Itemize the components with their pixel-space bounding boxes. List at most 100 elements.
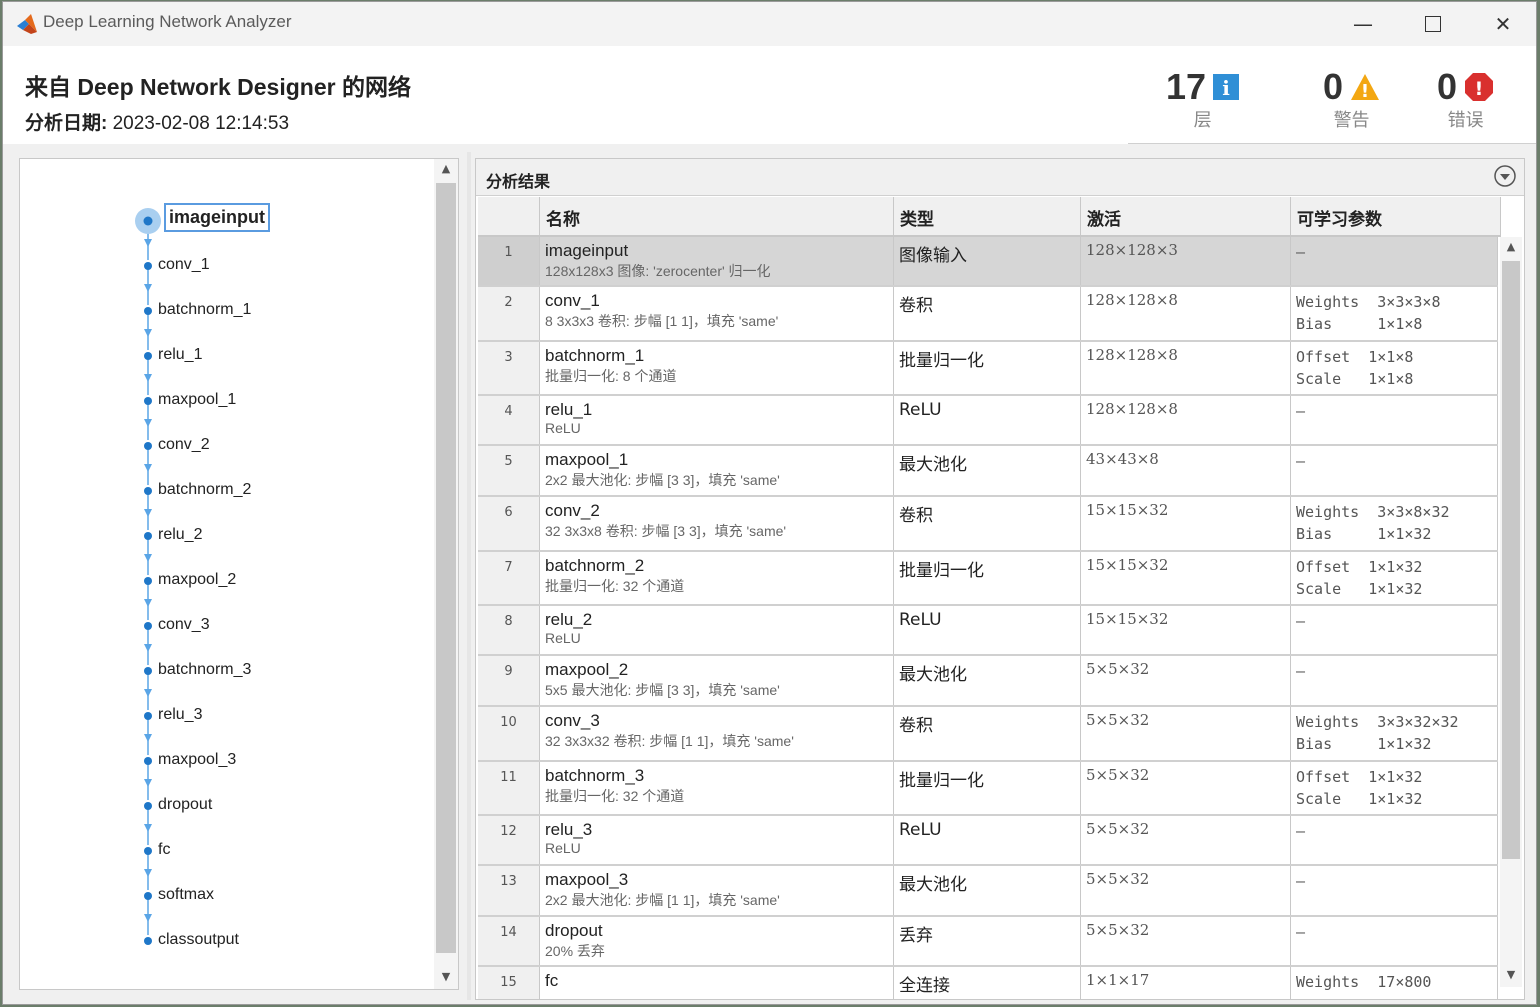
layer-activation: 128×128×8	[1081, 396, 1291, 444]
close-icon: ✕	[1494, 12, 1512, 36]
layer-description: 批量归一化: 8 个通道	[545, 368, 677, 384]
graph-node-dot[interactable]	[144, 802, 152, 810]
table-row[interactable]: 11 batchnorm_3 批量归一化: 32 个通道 批量归一化 5×5×32 Off…	[478, 762, 1498, 816]
graph-node-dot[interactable]	[144, 667, 152, 675]
layer-graph[interactable]: imageinput conv_1 batchnorm_1 relu_1maxpool…	[20, 159, 432, 989]
graph-node-maxpool_1[interactable]: maxpool_1	[158, 391, 236, 409]
graph-node-imageinput[interactable]: imageinput	[164, 203, 271, 232]
graph-node-fc[interactable]: fc	[158, 841, 170, 859]
graph-node-batchnorm_3[interactable]: batchnorm_3	[158, 661, 251, 679]
graph-node-conv_1[interactable]: conv_1	[158, 256, 210, 274]
row-index: 12	[478, 816, 540, 864]
graph-node-relu_2[interactable]: relu_2	[158, 526, 202, 544]
table-row[interactable]: 13 maxpool_3 2x2 最大池化: 步幅 [1 1]，填充 'same' 最…	[478, 866, 1498, 917]
minimize-button[interactable]: —	[1328, 2, 1398, 46]
layer-name-cell: conv_1 8 3x3x3 卷积: 步幅 [1 1]，填充 'same'	[540, 287, 894, 340]
layer-name: relu_2	[545, 610, 593, 629]
layer-learnables: Weights 17×800	[1291, 967, 1498, 999]
graph-node-maxpool_3[interactable]: maxpool_3	[158, 751, 236, 769]
graph-node-relu_3[interactable]: relu_3	[158, 706, 202, 724]
scroll-up-icon[interactable]: ▲	[434, 159, 458, 179]
close-button[interactable]: ✕	[1468, 2, 1536, 46]
graph-node-dot[interactable]	[144, 937, 152, 945]
graph-node-dot[interactable]	[144, 262, 152, 270]
graph-node-dot[interactable]	[144, 397, 152, 405]
column-header-type[interactable]: 类型	[894, 197, 1081, 237]
graph-node-dot[interactable]	[144, 892, 152, 900]
table-row[interactable]: 3 batchnorm_1 批量归一化: 8 个通道 批量归一化 128×128×8 Of…	[478, 342, 1498, 396]
layer-name-cell: batchnorm_2 批量归一化: 32 个通道	[540, 552, 894, 604]
layer-activation: 5×5×32	[1081, 917, 1291, 965]
table-row[interactable]: 1 imageinput 128x128x3 图像: 'zerocenter' 归一…	[478, 237, 1498, 287]
graph-node-relu_1[interactable]: relu_1	[158, 346, 202, 364]
learnable-param: –	[1296, 662, 1306, 680]
table-row[interactable]: 15 fc 全连接 1×1×17 Weights 17×800	[478, 967, 1498, 999]
layer-activation: 15×15×32	[1081, 606, 1291, 654]
row-index: 9	[478, 656, 540, 705]
table-row[interactable]: 7 batchnorm_2 批量归一化: 32 个通道 批量归一化 15×15×32 Of…	[478, 552, 1498, 606]
graph-node-dot[interactable]	[143, 216, 153, 226]
graph-node-dropout[interactable]: dropout	[158, 796, 212, 814]
table-row[interactable]: 6 conv_2 32 3x3x8 卷积: 步幅 [3 3]，填充 'same' 卷积…	[478, 497, 1498, 552]
layer-learnables: Offset 1×1×32 Scale 1×1×32	[1291, 552, 1498, 604]
graph-node-batchnorm_1[interactable]: batchnorm_1	[158, 301, 251, 319]
graph-node-dot[interactable]	[144, 577, 152, 585]
table-row[interactable]: 5 maxpool_1 2x2 最大池化: 步幅 [3 3]，填充 'same' 最大…	[478, 446, 1498, 497]
row-index: 4	[478, 396, 540, 444]
table-row[interactable]: 12 relu_3 ReLU ReLU 5×5×32–	[478, 816, 1498, 866]
layer-name: relu_3	[545, 820, 593, 839]
graph-node-dot[interactable]	[144, 307, 152, 315]
layer-activation: 5×5×32	[1081, 866, 1291, 915]
graph-edge-arrow	[144, 374, 152, 382]
graph-node-conv_3[interactable]: conv_3	[158, 616, 210, 634]
graph-node-dot[interactable]	[144, 532, 152, 540]
analysis-header: 来自 Deep Network Designer 的网络 分析日期: 2023-…	[3, 46, 1536, 144]
graph-node-dot[interactable]	[144, 757, 152, 765]
layer-name-cell: maxpool_2 5x5 最大池化: 步幅 [3 3]，填充 'same'	[540, 656, 894, 705]
graph-node-classoutput[interactable]: classoutput	[158, 931, 239, 949]
graph-node-softmax[interactable]: softmax	[158, 886, 214, 904]
column-header-name[interactable]: 名称	[540, 197, 894, 237]
graph-node-dot[interactable]	[144, 352, 152, 360]
row-index: 11	[478, 762, 540, 814]
table-row[interactable]: 9 maxpool_2 5x5 最大池化: 步幅 [3 3]，填充 'same' 最大…	[478, 656, 1498, 707]
graph-node-dot[interactable]	[144, 622, 152, 630]
layer-type: 批量归一化	[894, 762, 1081, 814]
layer-name-cell: imageinput 128x128x3 图像: 'zerocenter' 归一化	[540, 237, 894, 285]
graph-node-dot[interactable]	[144, 487, 152, 495]
layer-name: dropout	[545, 921, 603, 940]
table-row[interactable]: 10 conv_3 32 3x3x32 卷积: 步幅 [1 1]，填充 'same'…	[478, 707, 1498, 762]
maximize-icon	[1425, 16, 1441, 32]
results-scroll-thumb[interactable]	[1502, 261, 1520, 859]
row-index: 10	[478, 707, 540, 760]
table-row[interactable]: 8 relu_2 ReLU ReLU 15×15×32–	[478, 606, 1498, 656]
table-row[interactable]: 14 dropout 20% 丢弃 丢弃 5×5×32–	[478, 917, 1498, 967]
panel-splitter[interactable]	[467, 152, 471, 1000]
scroll-down-icon[interactable]: ▼	[1500, 965, 1522, 985]
graph-edge-arrow	[144, 554, 152, 562]
graph-edge-arrow	[144, 779, 152, 787]
chevron-down-icon[interactable]	[1494, 165, 1516, 187]
graph-node-conv_2[interactable]: conv_2	[158, 436, 210, 454]
analysis-date: 分析日期: 2023-02-08 12:14:53	[25, 108, 289, 135]
graph-edge-arrow	[144, 284, 152, 292]
graph-node-dot[interactable]	[144, 442, 152, 450]
graph-scroll-thumb[interactable]	[436, 183, 456, 953]
learnable-param: Weights 3×3×8×32	[1296, 503, 1450, 521]
table-row[interactable]: 4 relu_1 ReLU ReLU 128×128×8–	[478, 396, 1498, 446]
column-header-activation[interactable]: 激活	[1081, 197, 1291, 237]
maximize-button[interactable]	[1398, 2, 1468, 46]
window-title: Deep Learning Network Analyzer	[43, 12, 292, 31]
graph-edge-arrow	[144, 464, 152, 472]
graph-node-dot[interactable]	[144, 847, 152, 855]
scroll-down-icon[interactable]: ▼	[434, 967, 458, 987]
graph-node-maxpool_2[interactable]: maxpool_2	[158, 571, 236, 589]
layer-learnables: Offset 1×1×8 Scale 1×1×8	[1291, 342, 1498, 394]
graph-node-dot[interactable]	[144, 712, 152, 720]
column-header-learnables[interactable]: 可学习参数	[1291, 197, 1501, 237]
layer-name: imageinput	[545, 241, 629, 260]
errors-label: 错误	[1447, 110, 1484, 131]
scroll-up-icon[interactable]: ▲	[1500, 237, 1522, 257]
table-row[interactable]: 2 conv_1 8 3x3x3 卷积: 步幅 [1 1]，填充 'same' 卷积 1…	[478, 287, 1498, 342]
graph-node-batchnorm_2[interactable]: batchnorm_2	[158, 481, 251, 499]
